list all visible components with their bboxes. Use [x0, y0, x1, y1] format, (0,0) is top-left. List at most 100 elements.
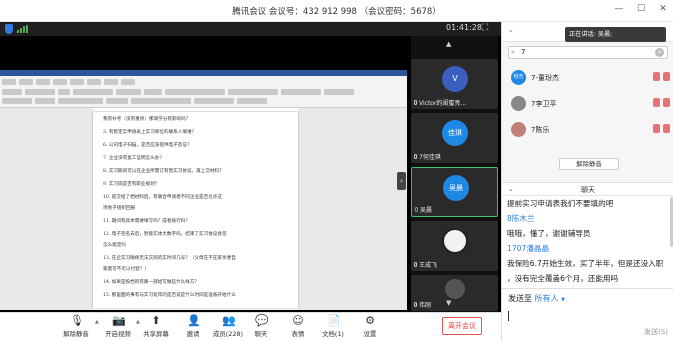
avatar: V	[442, 66, 468, 92]
member-row[interactable]: 7陈乐	[502, 117, 673, 142]
meeting-toolbar: 🎙 解除静音 ▲ 📷 开启视频 ▲ ⬆ 共享屏幕 👤 邀请 👥 成员(228) …	[0, 312, 501, 341]
video-tile[interactable]: 伟刚	[411, 275, 498, 311]
tile-name: 吴晨	[420, 207, 433, 214]
settings-button[interactable]: ⚙ 设置	[350, 314, 390, 339]
leave-meeting-button[interactable]: 离开会议	[442, 317, 482, 335]
mic-icon	[414, 302, 417, 307]
meeting-status-strip: 01:41:28 ⛶	[0, 22, 501, 36]
word-ribbon	[0, 70, 407, 108]
collapse-tiles-button[interactable]: ›	[397, 172, 406, 190]
camera-off-icon: 📷	[112, 314, 126, 327]
search-icon: ⌕	[511, 48, 515, 56]
speaking-indicator: 正在讲话: 吴晨;	[565, 27, 666, 42]
share-screen-button[interactable]: ⬆ 共享屏幕	[136, 314, 176, 339]
documents-button[interactable]: 📄 文档(1)	[313, 315, 353, 339]
ribbon-menu-row	[2, 79, 405, 87]
chat-message: 我保险6.7开始生效，买了半年，但是还没入职	[507, 259, 664, 268]
unmute-all-button[interactable]: 解除静音	[559, 158, 619, 170]
unmute-label: 解除静音	[63, 330, 89, 338]
doc-line: 家量可不可以付登？）	[103, 267, 149, 272]
maximize-button[interactable]: ☐	[635, 4, 647, 14]
side-panel: ⌄ 正在讲话: 吴晨; ⌕ 7 × 玢杰 7-董玢杰 7李卫平 7陈乐 解除静音…	[501, 22, 673, 341]
microphone-muted-icon	[653, 98, 660, 107]
chat-message: 提前实习申请表我们不要填的吧	[507, 199, 614, 208]
title-bar: 腾讯会议 会议号：432 912 998 （会议密码：5678） — ☐ ✕	[0, 0, 673, 22]
member-name: 7李卫平	[531, 100, 557, 108]
send-button[interactable]: 发送(S)	[644, 327, 668, 337]
doc-line: 3. 有暂定实申请表上实习单位的联系人填谁？	[103, 130, 197, 135]
dropdown-chevron-icon[interactable]: ▼	[561, 297, 565, 303]
fullscreen-icon[interactable]: ⛶	[482, 23, 488, 33]
avatar	[442, 228, 468, 254]
member-row[interactable]: 7李卫平	[502, 91, 673, 116]
doc-line: 11. 期间有具体需要填写吗？成者按行吗？	[103, 219, 190, 224]
minimize-button[interactable]: —	[613, 4, 625, 14]
chat-messages[interactable]: 提前实习申请表我们不要填的吧 8陈木兰 哦哦，懂了，谢谢辅导员 1707潘晶晶 …	[502, 196, 673, 288]
send-to-selector[interactable]: 发送至 所有人 ▼	[508, 293, 565, 304]
gear-icon: ⚙	[365, 314, 375, 327]
member-search-input[interactable]: ⌕ 7 ×	[508, 46, 668, 59]
collapse-chevron-icon[interactable]: ⌄	[508, 26, 514, 34]
shared-screen: 我有补考（没有重修）那调学分有影响吗？ 3. 有暂定实申请表上实习单位的联系人填…	[0, 70, 407, 310]
video-tile[interactable]: 王成飞	[411, 221, 498, 271]
member-name: 7陈乐	[531, 126, 550, 134]
close-button[interactable]: ✕	[657, 4, 669, 14]
video-tile[interactable]: V Victor的闺蜜亮...	[411, 59, 498, 109]
tile-name: 王成飞	[419, 262, 438, 269]
mic-icon	[415, 207, 418, 212]
chat-sender: 1707潘晶晶	[507, 244, 550, 253]
reactions-button[interactable]: ☺ 表情	[278, 314, 318, 339]
camera-off-icon	[663, 72, 670, 81]
scroll-up-icon[interactable]: ▲	[446, 40, 451, 48]
chat-header: ⌄ 聊天	[502, 182, 673, 196]
chat-title: 聊天	[581, 186, 595, 194]
avatar	[511, 122, 526, 137]
camera-off-icon	[663, 124, 670, 133]
tile-name: Victor的闺蜜亮...	[419, 100, 467, 107]
member-name: 7-董玢杰	[531, 74, 559, 82]
emoji-icon: ☺	[292, 314, 304, 327]
shield-icon[interactable]	[5, 24, 13, 34]
members-label: 成员(228)	[213, 330, 243, 338]
clear-search-icon[interactable]: ×	[655, 48, 664, 57]
documents-label: 文档(1)	[322, 330, 344, 338]
microphone-muted-icon: 🎙	[70, 314, 84, 327]
mic-icon	[414, 154, 417, 159]
ribbon-tools-row-2	[2, 98, 405, 106]
camera-off-icon	[663, 98, 670, 107]
video-tile-active-speaker[interactable]: 吴晨 吴晨	[411, 167, 498, 217]
meeting-timer: 01:41:28	[446, 23, 482, 32]
avatar	[511, 96, 526, 111]
reactions-label: 表情	[291, 330, 305, 338]
chat-input[interactable]	[508, 311, 509, 321]
send-to-target[interactable]: 所有人	[535, 294, 559, 303]
doc-line: 9. 实习岗是否有职业规划？	[103, 182, 160, 187]
start-video-button[interactable]: 📷 开启视频	[98, 314, 138, 339]
doc-line: 15. 那里面的事有与实习处年的是否说是什么时间是准备开始什么	[103, 293, 236, 298]
invite-icon: 👤	[187, 314, 201, 327]
doc-line: 项地子组织回报	[103, 206, 136, 211]
doc-line: 7. 企业没有复工证明怎么办？	[103, 156, 164, 161]
avatar: 玢杰	[511, 70, 526, 85]
signal-icon[interactable]	[17, 25, 28, 33]
doc-line: 怎么能定吗	[103, 243, 126, 248]
doc-line: 我有补考（没有重修）那调学分有影响吗？	[103, 117, 191, 122]
member-search-value: 7	[521, 48, 526, 56]
avatar	[445, 279, 465, 299]
unmute-button[interactable]: 🎙 解除静音	[56, 314, 96, 339]
share-screen-icon: ⬆	[151, 314, 161, 327]
window-title: 腾讯会议 会议号：432 912 998 （会议密码：5678）	[232, 7, 441, 17]
start-video-label: 开启视频	[105, 330, 131, 338]
microphone-muted-icon	[653, 72, 660, 81]
invite-button[interactable]: 👤 邀请	[173, 314, 213, 339]
microphone-muted-icon	[653, 124, 660, 133]
tile-name: 7何佳琪	[419, 154, 441, 161]
document-page: 我有补考（没有重修）那调学分有影响吗？ 3. 有暂定实申请表上实习单位的联系人填…	[93, 112, 298, 308]
doc-line: 12. 电子签名去后，暂能实体大数字吗，结束了实习协议会签	[103, 232, 227, 237]
video-tile[interactable]: 佳琪 7何佳琪	[411, 113, 498, 163]
member-row[interactable]: 玢杰 7-董玢杰	[502, 65, 673, 90]
word-titlebar	[0, 70, 407, 76]
scroll-down-icon[interactable]: ▼	[446, 299, 451, 307]
chat-button[interactable]: 💬 聊天	[241, 315, 281, 339]
invite-label: 邀请	[186, 330, 200, 338]
